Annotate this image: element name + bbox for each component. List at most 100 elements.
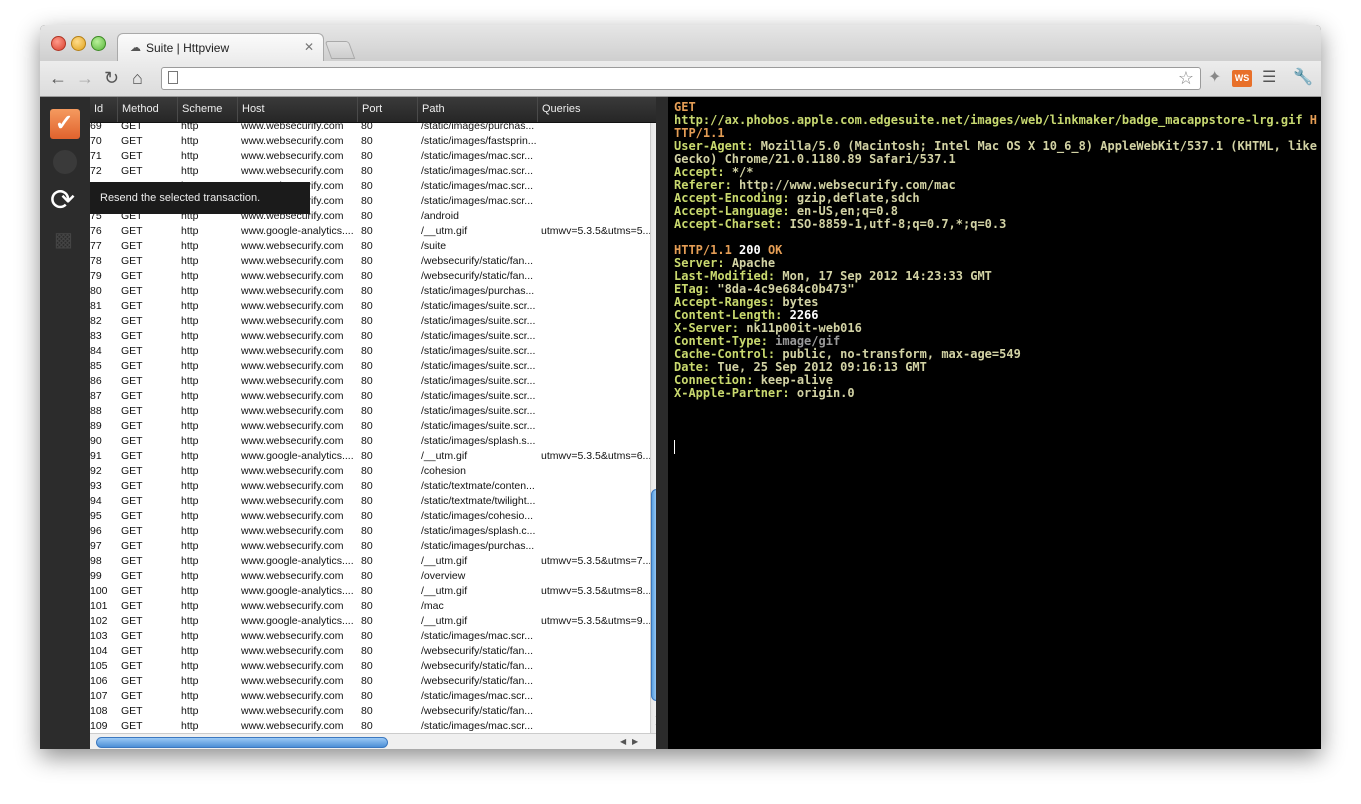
table-row[interactable]: 93 GET http www.websecurify.com 80/static/te… — [90, 479, 650, 494]
play-icon[interactable] — [50, 147, 80, 177]
table-row[interactable]: 103 GET http www.websecurify.com 80/static/i… — [90, 629, 650, 644]
table-row[interactable]: 96 GET http www.websecurify.com 80/static/im… — [90, 524, 650, 539]
table-row[interactable]: 102 GET http www.google-analytics.... 80 /__u… — [90, 614, 651, 629]
table-row[interactable]: 88 GET http www.websecurify.com 80/static/im… — [90, 404, 650, 419]
browser-tab[interactable]: ☁ Suite | Httpview ✕ — [117, 33, 324, 62]
cell-port: 80 — [361, 555, 373, 567]
refresh-icon[interactable]: ⟳ — [50, 184, 80, 217]
address-bar[interactable]: ☆ — [161, 67, 1201, 90]
resend-tooltip: Resend the selected transaction. — [90, 182, 310, 214]
horizontal-scroll-thumb[interactable] — [96, 737, 388, 748]
column-header-scheme[interactable]: Scheme — [177, 97, 237, 122]
cell-path: /static/images/mac.scr... — [421, 195, 534, 207]
response-headers: Server: Apache Last-Modified: Mon, 17 Se… — [674, 256, 1021, 400]
header-name: Date — [674, 360, 703, 374]
cell-port: 80 — [361, 165, 373, 177]
table-row[interactable]: 90 GET http www.websecurify.com 80/static/im… — [90, 434, 650, 449]
table-row[interactable]: 105 GET http www.websecurify.com 80/websecur… — [90, 659, 650, 674]
cell-method: GET — [121, 390, 143, 402]
cell-queries: utmwv=5.3.5&utms=8... — [541, 585, 652, 597]
scroll-right-arrow-icon[interactable]: ▶ — [632, 737, 638, 746]
cell-host: www.websecurify.com — [241, 645, 344, 657]
layers-icon[interactable]: ☰ — [1262, 68, 1276, 88]
cell-method: GET — [121, 330, 143, 342]
header-value: 2266 — [789, 308, 819, 322]
wrench-icon[interactable]: 🔧 — [1293, 68, 1313, 88]
table-row[interactable]: 98 GET http www.google-analytics.... 80 /__ut… — [90, 554, 651, 569]
forward-arrow-icon[interactable]: → — [76, 68, 94, 88]
cell-method: GET — [121, 150, 143, 162]
bookmark-star-icon[interactable]: ☆ — [1178, 68, 1194, 89]
horizontal-scrollbar[interactable]: ◀ ▶ — [90, 733, 656, 749]
check-box-icon[interactable]: ✓ — [50, 109, 80, 139]
table-row[interactable]: 72 GET http www.websecurify.com 80/static/im… — [90, 164, 650, 179]
http-message-text[interactable]: GET http://ax.phobos.apple.com.edgesuite… — [674, 101, 1317, 400]
table-row[interactable]: 86 GET http www.websecurify.com 80/static/im… — [90, 374, 650, 389]
table-row[interactable]: 100 GET http www.google-analytics.... 80 /__u… — [90, 584, 652, 599]
table-row[interactable]: 95 GET http www.websecurify.com 80/static/im… — [90, 509, 650, 524]
cell-method: GET — [121, 630, 143, 642]
table-row[interactable]: 109 GET http www.websecurify.com 80/static/i… — [90, 719, 650, 733]
http-message-editor[interactable]: GET http://ax.phobos.apple.com.edgesuite… — [668, 97, 1321, 749]
cell-method: GET — [121, 480, 143, 492]
cell-port: 80 — [361, 390, 373, 402]
table-row[interactable]: 78 GET http www.websecurify.com 80/websecuri… — [90, 254, 650, 269]
table-row[interactable]: 69 GET http www.websecurify.com 80/static/im… — [90, 123, 650, 134]
table-row[interactable]: 89 GET http www.websecurify.com 80/static/im… — [90, 419, 650, 434]
table-row[interactable]: 70 GET http www.websecurify.com 80/static/im… — [90, 134, 650, 149]
cell-id: 71 — [90, 150, 102, 162]
column-header-path[interactable]: Path — [417, 97, 537, 122]
column-header-queries[interactable]: Queries — [537, 97, 656, 122]
cell-port: 80 — [361, 525, 373, 537]
scroll-left-arrow-icon[interactable]: ◀ — [620, 737, 626, 746]
back-arrow-icon[interactable]: ← — [49, 68, 67, 88]
table-row[interactable]: 91 GET http www.google-analytics.... 80 /__ut… — [90, 449, 651, 464]
header-separator: : — [717, 256, 732, 270]
column-header-host[interactable]: Host — [237, 97, 357, 122]
table-row[interactable]: 99 GET http www.websecurify.com 80/overview — [90, 569, 650, 584]
table-row[interactable]: 82 GET http www.websecurify.com 80/static/im… — [90, 314, 650, 329]
table-row[interactable]: 108 GET http www.websecurify.com 80/websecur… — [90, 704, 650, 719]
cell-host: www.websecurify.com — [241, 315, 344, 327]
table-row[interactable]: 71 GET http www.websecurify.com 80/static/im… — [90, 149, 650, 164]
table-row[interactable]: 107 GET http www.websecurify.com 80/static/i… — [90, 689, 650, 704]
tool-sidebar: ✓ ⟳ ▩ — [40, 97, 90, 749]
table-row[interactable]: 83 GET http www.websecurify.com 80/static/im… — [90, 329, 650, 344]
pane-splitter[interactable] — [656, 97, 668, 749]
cell-method: GET — [121, 495, 143, 507]
table-row[interactable]: 94 GET http www.websecurify.com 80/static/te… — [90, 494, 650, 509]
table-row[interactable]: 97 GET http www.websecurify.com 80/static/im… — [90, 539, 650, 554]
table-row[interactable]: 85 GET http www.websecurify.com 80/static/im… — [90, 359, 650, 374]
minimize-window-button[interactable] — [71, 36, 86, 51]
cell-id: 78 — [90, 255, 102, 267]
table-row[interactable]: 87 GET http www.websecurify.com 80/static/im… — [90, 389, 650, 404]
extension-puzzle-icon[interactable]: ✦ — [1208, 68, 1221, 88]
home-icon[interactable]: ⌂ — [132, 68, 143, 88]
cell-scheme: http — [181, 270, 199, 282]
table-row[interactable]: 79 GET http www.websecurify.com 80/websecuri… — [90, 269, 650, 284]
maximize-window-button[interactable] — [91, 36, 106, 51]
table-row[interactable]: 77 GET http www.websecurify.com 80/suite — [90, 239, 650, 254]
cell-scheme: http — [181, 345, 199, 357]
column-header-port[interactable]: Port — [357, 97, 417, 122]
table-row[interactable]: 84 GET http www.websecurify.com 80/static/im… — [90, 344, 650, 359]
cell-id: 94 — [90, 495, 102, 507]
text-caret — [674, 440, 675, 454]
cell-port: 80 — [361, 285, 373, 297]
close-window-button[interactable] — [51, 36, 66, 51]
paint-roller-icon[interactable]: ▩ — [50, 227, 80, 257]
websecurify-extension-icon[interactable]: WS — [1232, 70, 1252, 87]
cell-scheme: http — [181, 255, 199, 267]
table-row[interactable]: 92 GET http www.websecurify.com 80/cohesion — [90, 464, 650, 479]
table-row[interactable]: 106 GET http www.websecurify.com 80/websecur… — [90, 674, 650, 689]
cell-scheme: http — [181, 510, 199, 522]
reload-icon[interactable]: ↻ — [104, 68, 119, 88]
tab-close-icon[interactable]: ✕ — [304, 40, 314, 54]
table-row[interactable]: 81 GET http www.websecurify.com 80/static/im… — [90, 299, 650, 314]
table-row[interactable]: 80 GET http www.websecurify.com 80/static/im… — [90, 284, 650, 299]
table-row[interactable]: 76 GET http www.google-analytics.... 80 /__ut… — [90, 224, 651, 239]
table-row[interactable]: 104 GET http www.websecurify.com 80/websecur… — [90, 644, 650, 659]
column-header-method[interactable]: Method — [117, 97, 177, 122]
new-tab-button[interactable] — [324, 41, 356, 59]
table-row[interactable]: 101 GET http www.websecurify.com 80/mac — [90, 599, 650, 614]
